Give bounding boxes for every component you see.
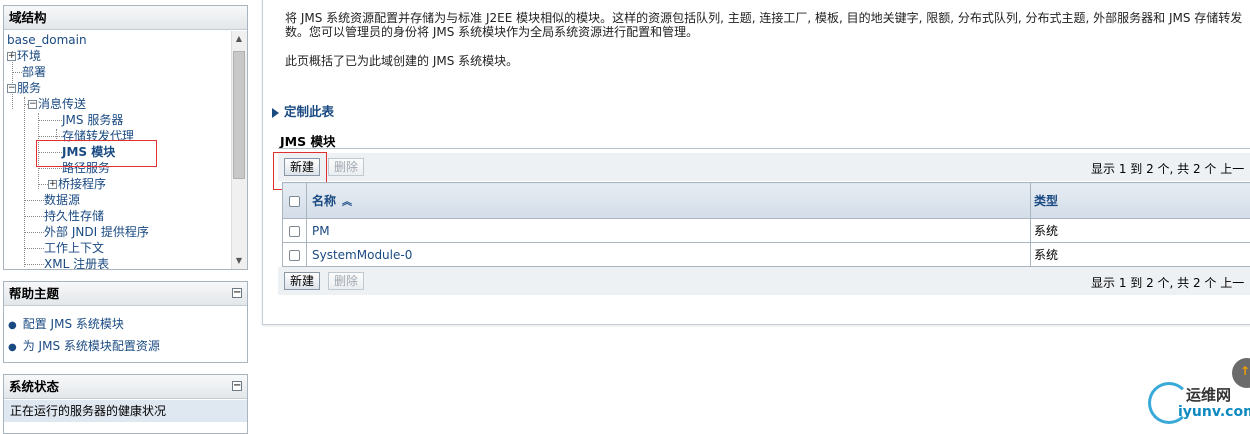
customize-table-label[interactable]: 定制此表 <box>284 104 334 119</box>
scroll-up-icon[interactable]: ▲ <box>234 33 244 45</box>
sort-ascending-icon[interactable]: ︽ <box>342 193 352 208</box>
server-health-row: 正在运行的服务器的健康状况 <box>4 400 247 422</box>
domain-structure-title: 域结构 <box>4 6 247 30</box>
module-type: 系统 <box>1031 219 1250 243</box>
system-status-panel: 系统状态 − 正在运行的服务器的健康状况 <box>3 374 248 434</box>
help-topics-title-text: 帮助主题 <box>9 286 59 301</box>
system-status-title-text: 系统状态 <box>9 379 59 394</box>
tree-item-services[interactable]: 服务 <box>17 81 41 95</box>
new-button-bottom[interactable]: 新建 <box>284 272 320 290</box>
tree-item-environment[interactable]: 环境 <box>17 49 41 63</box>
tree-item-foreign-jndi[interactable]: 外部 JNDI 提供程序 <box>44 225 149 239</box>
help-link-label[interactable]: 为 JMS 系统模块配置资源 <box>23 339 160 353</box>
intro-text-line-2: 数。您可以管理员的身份将 JMS 系统模块作为全局系统资源进行配置和管理。 <box>285 23 698 40</box>
table-row: PM 系统 <box>283 219 1250 243</box>
collapse-minus-icon[interactable]: − <box>7 84 16 93</box>
bullet-icon: ● <box>8 320 17 331</box>
column-header-name-label[interactable]: 名称 <box>312 194 336 208</box>
help-topics-panel: 帮助主题 − ● 配置 JMS 系统模块 ● 为 JMS 系统模块配置资源 <box>3 281 248 363</box>
help-link-configure-jms-modules[interactable]: ● 配置 JMS 系统模块 <box>8 315 124 332</box>
delete-button-top[interactable]: 删除 <box>328 158 364 176</box>
tree-item-xml-registries[interactable]: XML 注册表 <box>44 257 109 269</box>
row-select-cell[interactable] <box>283 219 307 243</box>
row-checkbox[interactable] <box>289 226 300 237</box>
collapse-icon[interactable]: − <box>232 381 242 391</box>
system-status-title: 系统状态 − <box>4 375 247 399</box>
pager-text-bottom: 显示 1 到 2 个, 共 2 个 上一 <box>1091 274 1244 291</box>
row-checkbox[interactable] <box>289 250 300 261</box>
domain-tree: base_domain +环境 部署 −服务 −消息传送 JMS 服务器 存储转… <box>4 31 247 269</box>
scroll-down-icon[interactable]: ▼ <box>234 255 244 267</box>
collapse-icon[interactable]: − <box>232 288 242 298</box>
table-row: SystemModule-0 系统 <box>283 243 1250 267</box>
expand-plus-icon[interactable]: + <box>7 52 16 61</box>
help-link-label[interactable]: 配置 JMS 系统模块 <box>23 317 124 331</box>
help-link-configure-resources[interactable]: ● 为 JMS 系统模块配置资源 <box>8 337 160 354</box>
tree-item-deployments[interactable]: 部署 <box>22 65 46 79</box>
column-header-type[interactable]: 类型 <box>1031 183 1250 219</box>
jms-modules-table: 名称 ︽ 类型 PM 系统 SystemModule-0 系统 <box>282 182 1250 267</box>
watermark-logo: 运维网 iyunv.com <box>1148 378 1250 428</box>
intro-text-line-3: 此页概括了已为此域创建的 JMS 系统模块。 <box>285 52 518 69</box>
tree-item-data-sources[interactable]: 数据源 <box>44 193 80 207</box>
module-name-link[interactable]: SystemModule-0 <box>307 243 1031 267</box>
tree-scrollbar[interactable]: ▲ ▼ <box>231 31 247 269</box>
expand-triangle-icon <box>272 108 279 118</box>
watermark-text-cn: 运维网 <box>1186 384 1231 405</box>
tree-item-persistent-stores[interactable]: 持久性存储 <box>44 209 104 223</box>
select-all-header[interactable] <box>283 183 307 219</box>
tree-item-messaging[interactable]: 消息传送 <box>38 97 86 111</box>
select-all-checkbox[interactable] <box>289 196 300 207</box>
module-name-link[interactable]: PM <box>307 219 1031 243</box>
section-divider <box>278 148 1250 149</box>
collapse-minus-icon[interactable]: − <box>28 100 37 109</box>
module-type: 系统 <box>1031 243 1250 267</box>
watermark-text-domain: iyunv.com <box>1178 404 1250 420</box>
expand-plus-icon[interactable]: + <box>48 180 57 189</box>
arrow-up-icon[interactable]: ↑ <box>1240 364 1250 378</box>
pager-text-top: 显示 1 到 2 个, 共 2 个 上一 <box>1091 160 1244 177</box>
bullet-icon: ● <box>8 342 17 353</box>
help-topics-title: 帮助主题 − <box>4 282 247 306</box>
customize-table-link[interactable]: 定制此表 <box>272 101 334 120</box>
tree-item-bridges[interactable]: 桥接程序 <box>58 177 106 191</box>
tree-item-work-contexts[interactable]: 工作上下文 <box>44 241 104 255</box>
column-header-name[interactable]: 名称 ︽ <box>307 183 1031 219</box>
highlight-box-jms-modules <box>36 140 157 167</box>
domain-structure-panel: 域结构 base_domain +环境 部署 −服务 −消息传送 JMS 服务器… <box>3 5 248 270</box>
scroll-thumb[interactable] <box>233 51 245 179</box>
tree-item-jms-servers[interactable]: JMS 服务器 <box>62 113 123 127</box>
tree-root-base-domain[interactable]: base_domain <box>7 32 87 48</box>
delete-button-bottom[interactable]: 删除 <box>328 272 364 290</box>
row-select-cell[interactable] <box>283 243 307 267</box>
